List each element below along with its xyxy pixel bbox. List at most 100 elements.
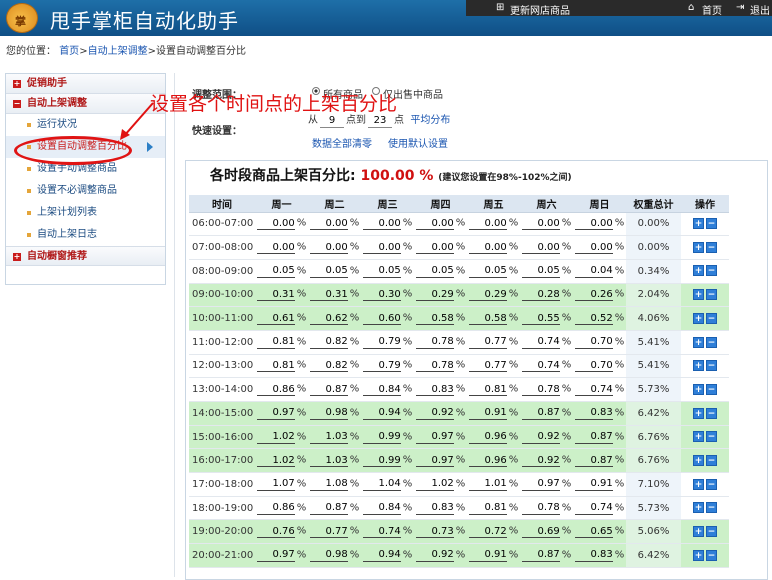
- to-hour-input[interactable]: [368, 114, 392, 128]
- percentage-input[interactable]: [309, 335, 348, 349]
- even-distribution-link[interactable]: 平均分布: [410, 115, 450, 126]
- percentage-input[interactable]: [309, 241, 348, 255]
- percentage-input[interactable]: [574, 454, 613, 468]
- sidebar-item-skip-products[interactable]: 设置不必调整商品: [6, 180, 165, 202]
- percentage-input[interactable]: [521, 501, 560, 515]
- minus-icon[interactable]: −: [706, 526, 717, 538]
- percentage-input[interactable]: [468, 525, 507, 539]
- percentage-input[interactable]: [574, 312, 613, 326]
- percentage-input[interactable]: [574, 217, 613, 231]
- plus-icon[interactable]: +: [693, 407, 704, 419]
- minus-icon[interactable]: −: [706, 218, 717, 230]
- percentage-input[interactable]: [574, 501, 613, 515]
- percentage-input[interactable]: [415, 406, 454, 420]
- percentage-input[interactable]: [415, 312, 454, 326]
- percentage-input[interactable]: [309, 383, 348, 397]
- percentage-input[interactable]: [574, 548, 613, 562]
- percentage-input[interactable]: [521, 548, 560, 562]
- percentage-input[interactable]: [521, 477, 560, 491]
- percentage-input[interactable]: [256, 335, 295, 349]
- percentage-input[interactable]: [309, 477, 348, 491]
- plus-icon[interactable]: +: [693, 526, 704, 538]
- plus-icon[interactable]: +: [693, 454, 704, 466]
- percentage-input[interactable]: [415, 548, 454, 562]
- percentage-input[interactable]: [521, 217, 560, 231]
- plus-icon[interactable]: +: [693, 502, 704, 514]
- minus-icon[interactable]: −: [706, 454, 717, 466]
- percentage-input[interactable]: [362, 359, 401, 373]
- percentage-input[interactable]: [521, 430, 560, 444]
- percentage-input[interactable]: [309, 312, 348, 326]
- percentage-input[interactable]: [362, 406, 401, 420]
- plus-icon[interactable]: +: [693, 383, 704, 395]
- percentage-input[interactable]: [309, 288, 348, 302]
- percentage-input[interactable]: [362, 288, 401, 302]
- percentage-input[interactable]: [415, 430, 454, 444]
- percentage-input[interactable]: [521, 383, 560, 397]
- minus-icon[interactable]: −: [706, 360, 717, 372]
- percentage-input[interactable]: [256, 430, 295, 444]
- percentage-input[interactable]: [362, 335, 401, 349]
- percentage-input[interactable]: [309, 525, 348, 539]
- percentage-input[interactable]: [362, 477, 401, 491]
- percentage-input[interactable]: [256, 241, 295, 255]
- percentage-input[interactable]: [256, 288, 295, 302]
- percentage-input[interactable]: [256, 454, 295, 468]
- percentage-input[interactable]: [415, 454, 454, 468]
- minus-icon[interactable]: −: [706, 502, 717, 514]
- breadcrumb-section-link[interactable]: 自动上架调整: [88, 46, 148, 57]
- percentage-input[interactable]: [574, 288, 613, 302]
- percentage-input[interactable]: [521, 288, 560, 302]
- percentage-input[interactable]: [574, 477, 613, 491]
- percentage-input[interactable]: [362, 548, 401, 562]
- percentage-input[interactable]: [256, 312, 295, 326]
- use-default-link[interactable]: 使用默认设置: [388, 139, 448, 150]
- percentage-input[interactable]: [468, 217, 507, 231]
- percentage-input[interactable]: [309, 406, 348, 420]
- plus-icon[interactable]: +: [693, 478, 704, 490]
- percentage-input[interactable]: [521, 241, 560, 255]
- percentage-input[interactable]: [468, 548, 507, 562]
- percentage-input[interactable]: [309, 454, 348, 468]
- percentage-input[interactable]: [468, 241, 507, 255]
- percentage-input[interactable]: [256, 501, 295, 515]
- percentage-input[interactable]: [521, 454, 560, 468]
- percentage-input[interactable]: [574, 335, 613, 349]
- percentage-input[interactable]: [468, 288, 507, 302]
- plus-icon[interactable]: +: [693, 360, 704, 372]
- percentage-input[interactable]: [362, 525, 401, 539]
- percentage-input[interactable]: [468, 430, 507, 444]
- plus-icon[interactable]: +: [693, 431, 704, 443]
- percentage-input[interactable]: [521, 359, 560, 373]
- percentage-input[interactable]: [521, 335, 560, 349]
- minus-icon[interactable]: −: [706, 289, 717, 301]
- sidebar-item-plan-list[interactable]: 上架计划列表: [6, 202, 165, 224]
- plus-icon[interactable]: +: [693, 336, 704, 348]
- percentage-input[interactable]: [256, 406, 295, 420]
- minus-icon[interactable]: −: [706, 407, 717, 419]
- percentage-input[interactable]: [256, 548, 295, 562]
- home-link[interactable]: 首页: [702, 2, 722, 17]
- percentage-input[interactable]: [256, 477, 295, 491]
- minus-icon[interactable]: −: [706, 431, 717, 443]
- percentage-input[interactable]: [468, 359, 507, 373]
- minus-icon[interactable]: −: [706, 241, 717, 253]
- minus-icon[interactable]: −: [706, 336, 717, 348]
- percentage-input[interactable]: [574, 430, 613, 444]
- percentage-input[interactable]: [362, 241, 401, 255]
- percentage-input[interactable]: [574, 241, 613, 255]
- percentage-input[interactable]: [521, 264, 560, 278]
- percentage-input[interactable]: [362, 383, 401, 397]
- percentage-input[interactable]: [256, 383, 295, 397]
- percentage-input[interactable]: [415, 288, 454, 302]
- minus-icon[interactable]: −: [706, 265, 717, 277]
- percentage-input[interactable]: [256, 525, 295, 539]
- percentage-input[interactable]: [521, 525, 560, 539]
- percentage-input[interactable]: [468, 264, 507, 278]
- percentage-input[interactable]: [362, 217, 401, 231]
- percentage-input[interactable]: [468, 335, 507, 349]
- percentage-input[interactable]: [468, 383, 507, 397]
- minus-icon[interactable]: −: [706, 549, 717, 561]
- percentage-input[interactable]: [468, 454, 507, 468]
- percentage-input[interactable]: [362, 312, 401, 326]
